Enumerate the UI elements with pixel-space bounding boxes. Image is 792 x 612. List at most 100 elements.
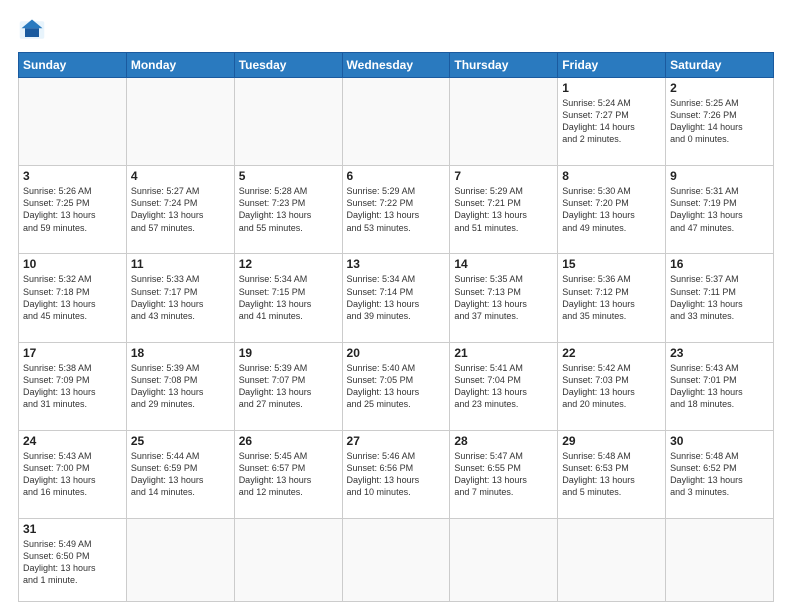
day-info: Sunrise: 5:43 AM Sunset: 7:01 PM Dayligh…: [670, 362, 769, 411]
logo-icon: [18, 16, 46, 44]
day-cell: [666, 518, 774, 601]
day-cell: 18 Sunrise: 5:39 AM Sunset: 7:08 PM Dayli…: [126, 342, 234, 430]
day-cell: 19 Sunrise: 5:39 AM Sunset: 7:07 PM Dayli…: [234, 342, 342, 430]
day-info: Sunrise: 5:38 AM Sunset: 7:09 PM Dayligh…: [23, 362, 122, 411]
day-cell: 11 Sunrise: 5:33 AM Sunset: 7:17 PM Dayli…: [126, 254, 234, 342]
day-info: Sunrise: 5:41 AM Sunset: 7:04 PM Dayligh…: [454, 362, 553, 411]
day-cell: 9 Sunrise: 5:31 AM Sunset: 7:19 PM Daylig…: [666, 166, 774, 254]
col-header-saturday: Saturday: [666, 53, 774, 78]
day-info: Sunrise: 5:29 AM Sunset: 7:21 PM Dayligh…: [454, 185, 553, 234]
day-number: 31: [23, 522, 122, 536]
day-info: Sunrise: 5:37 AM Sunset: 7:11 PM Dayligh…: [670, 273, 769, 322]
day-info: Sunrise: 5:36 AM Sunset: 7:12 PM Dayligh…: [562, 273, 661, 322]
day-info: Sunrise: 5:42 AM Sunset: 7:03 PM Dayligh…: [562, 362, 661, 411]
day-cell: 16Sunrise: 5:37 AM Sunset: 7:11 PM Dayli…: [666, 254, 774, 342]
day-number: 9: [670, 169, 769, 183]
day-number: 7: [454, 169, 553, 183]
week-row-1: 1Sunrise: 5:24 AM Sunset: 7:27 PM Daylig…: [19, 78, 774, 166]
week-row-2: 3Sunrise: 5:26 AM Sunset: 7:25 PM Daylig…: [19, 166, 774, 254]
day-cell: 4 Sunrise: 5:27 AM Sunset: 7:24 PM Daylig…: [126, 166, 234, 254]
page: SundayMondayTuesdayWednesdayThursdayFrid…: [0, 0, 792, 612]
day-number: 21: [454, 346, 553, 360]
day-cell: [342, 78, 450, 166]
day-info: Sunrise: 5:49 AM Sunset: 6:50 PM Dayligh…: [23, 538, 122, 587]
day-number: 11: [131, 257, 230, 271]
calendar-table: SundayMondayTuesdayWednesdayThursdayFrid…: [18, 52, 774, 602]
day-cell: 1Sunrise: 5:24 AM Sunset: 7:27 PM Daylig…: [558, 78, 666, 166]
day-cell: [342, 518, 450, 601]
day-cell: 23 Sunrise: 5:43 AM Sunset: 7:01 PM Dayli…: [666, 342, 774, 430]
day-number: 14: [454, 257, 553, 271]
col-header-friday: Friday: [558, 53, 666, 78]
day-number: 10: [23, 257, 122, 271]
day-info: Sunrise: 5:25 AM Sunset: 7:26 PM Dayligh…: [670, 97, 769, 146]
day-cell: [126, 78, 234, 166]
col-header-sunday: Sunday: [19, 53, 127, 78]
day-cell: 24 Sunrise: 5:43 AM Sunset: 7:00 PM Dayli…: [19, 430, 127, 518]
day-number: 25: [131, 434, 230, 448]
day-info: Sunrise: 5:31 AM Sunset: 7:19 PM Dayligh…: [670, 185, 769, 234]
day-number: 27: [347, 434, 446, 448]
day-info: Sunrise: 5:47 AM Sunset: 6:55 PM Dayligh…: [454, 450, 553, 499]
day-cell: 30 Sunrise: 5:48 AM Sunset: 6:52 PM Dayli…: [666, 430, 774, 518]
day-info: Sunrise: 5:33 AM Sunset: 7:17 PM Dayligh…: [131, 273, 230, 322]
week-row-5: 24 Sunrise: 5:43 AM Sunset: 7:00 PM Dayli…: [19, 430, 774, 518]
day-info: Sunrise: 5:39 AM Sunset: 7:08 PM Dayligh…: [131, 362, 230, 411]
day-cell: [450, 518, 558, 601]
day-cell: 13 Sunrise: 5:34 AM Sunset: 7:14 PM Dayli…: [342, 254, 450, 342]
header-row: SundayMondayTuesdayWednesdayThursdayFrid…: [19, 53, 774, 78]
day-info: Sunrise: 5:40 AM Sunset: 7:05 PM Dayligh…: [347, 362, 446, 411]
day-cell: 26Sunrise: 5:45 AM Sunset: 6:57 PM Dayli…: [234, 430, 342, 518]
day-info: Sunrise: 5:48 AM Sunset: 6:53 PM Dayligh…: [562, 450, 661, 499]
week-row-3: 10Sunrise: 5:32 AM Sunset: 7:18 PM Dayli…: [19, 254, 774, 342]
day-info: Sunrise: 5:34 AM Sunset: 7:15 PM Dayligh…: [239, 273, 338, 322]
day-number: 17: [23, 346, 122, 360]
day-number: 13: [347, 257, 446, 271]
day-number: 18: [131, 346, 230, 360]
day-info: Sunrise: 5:44 AM Sunset: 6:59 PM Dayligh…: [131, 450, 230, 499]
col-header-tuesday: Tuesday: [234, 53, 342, 78]
day-cell: 22 Sunrise: 5:42 AM Sunset: 7:03 PM Dayli…: [558, 342, 666, 430]
day-number: 6: [347, 169, 446, 183]
week-row-6: 31 Sunrise: 5:49 AM Sunset: 6:50 PM Dayli…: [19, 518, 774, 601]
day-cell: 17 Sunrise: 5:38 AM Sunset: 7:09 PM Dayli…: [19, 342, 127, 430]
day-info: Sunrise: 5:28 AM Sunset: 7:23 PM Dayligh…: [239, 185, 338, 234]
day-number: 29: [562, 434, 661, 448]
day-cell: 5Sunrise: 5:28 AM Sunset: 7:23 PM Daylig…: [234, 166, 342, 254]
col-header-monday: Monday: [126, 53, 234, 78]
day-cell: 8Sunrise: 5:30 AM Sunset: 7:20 PM Daylig…: [558, 166, 666, 254]
day-number: 22: [562, 346, 661, 360]
day-cell: 29 Sunrise: 5:48 AM Sunset: 6:53 PM Dayli…: [558, 430, 666, 518]
col-header-wednesday: Wednesday: [342, 53, 450, 78]
day-info: Sunrise: 5:39 AM Sunset: 7:07 PM Dayligh…: [239, 362, 338, 411]
day-cell: 7 Sunrise: 5:29 AM Sunset: 7:21 PM Daylig…: [450, 166, 558, 254]
day-cell: 27Sunrise: 5:46 AM Sunset: 6:56 PM Dayli…: [342, 430, 450, 518]
day-info: Sunrise: 5:29 AM Sunset: 7:22 PM Dayligh…: [347, 185, 446, 234]
day-cell: [19, 78, 127, 166]
day-info: Sunrise: 5:27 AM Sunset: 7:24 PM Dayligh…: [131, 185, 230, 234]
day-info: Sunrise: 5:24 AM Sunset: 7:27 PM Dayligh…: [562, 97, 661, 146]
day-number: 20: [347, 346, 446, 360]
day-cell: 10Sunrise: 5:32 AM Sunset: 7:18 PM Dayli…: [19, 254, 127, 342]
day-cell: [234, 78, 342, 166]
day-cell: 2 Sunrise: 5:25 AM Sunset: 7:26 PM Daylig…: [666, 78, 774, 166]
day-cell: [234, 518, 342, 601]
day-number: 24: [23, 434, 122, 448]
day-number: 4: [131, 169, 230, 183]
logo: [18, 16, 50, 44]
day-info: Sunrise: 5:35 AM Sunset: 7:13 PM Dayligh…: [454, 273, 553, 322]
day-number: 19: [239, 346, 338, 360]
day-info: Sunrise: 5:43 AM Sunset: 7:00 PM Dayligh…: [23, 450, 122, 499]
day-cell: [450, 78, 558, 166]
day-cell: 20 Sunrise: 5:40 AM Sunset: 7:05 PM Dayli…: [342, 342, 450, 430]
day-info: Sunrise: 5:30 AM Sunset: 7:20 PM Dayligh…: [562, 185, 661, 234]
day-cell: 3Sunrise: 5:26 AM Sunset: 7:25 PM Daylig…: [19, 166, 127, 254]
day-number: 23: [670, 346, 769, 360]
day-cell: 6 Sunrise: 5:29 AM Sunset: 7:22 PM Daylig…: [342, 166, 450, 254]
day-number: 30: [670, 434, 769, 448]
day-number: 2: [670, 81, 769, 95]
day-info: Sunrise: 5:48 AM Sunset: 6:52 PM Dayligh…: [670, 450, 769, 499]
day-info: Sunrise: 5:34 AM Sunset: 7:14 PM Dayligh…: [347, 273, 446, 322]
day-cell: [558, 518, 666, 601]
day-cell: 31 Sunrise: 5:49 AM Sunset: 6:50 PM Dayli…: [19, 518, 127, 601]
